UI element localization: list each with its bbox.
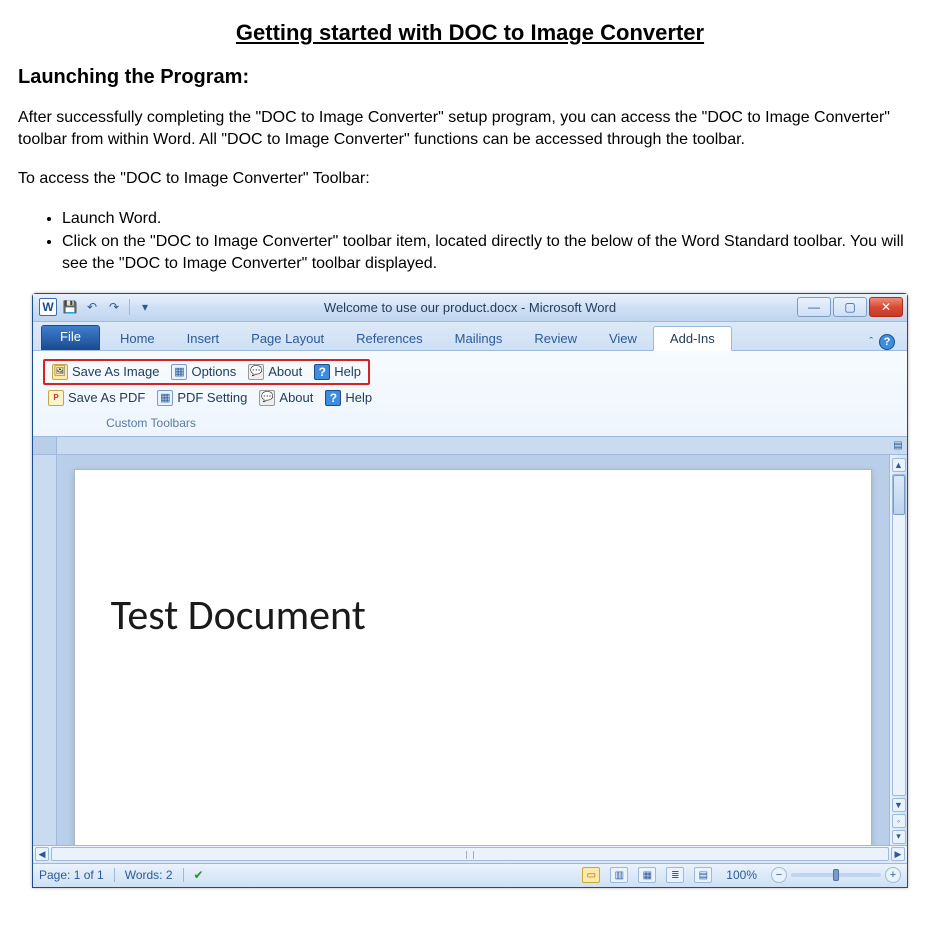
pdf-icon: P: [48, 390, 64, 406]
scroll-right-icon[interactable]: ▶: [891, 847, 905, 861]
redo-icon[interactable]: ↷: [105, 298, 123, 316]
ruler-row: ▤: [33, 437, 907, 455]
zoom-thumb[interactable]: [833, 869, 839, 881]
draft-view-icon[interactable]: ▤: [694, 867, 712, 883]
button-label: About: [279, 390, 313, 405]
tab-references[interactable]: References: [340, 327, 438, 350]
word-window: W 💾 ↶ ↷ ▾ Welcome to use our product.doc…: [32, 293, 908, 888]
status-bar: Page: 1 of 1 Words: 2 ✔ ▭ ▥ ▦ ≣ ▤ 100% −…: [33, 863, 907, 887]
tab-page-layout[interactable]: Page Layout: [235, 327, 340, 350]
tab-view[interactable]: View: [593, 327, 653, 350]
section-heading: Launching the Program:: [18, 66, 928, 89]
chat-icon: [259, 390, 275, 406]
help-icon: ?: [325, 390, 341, 406]
tab-mailings[interactable]: Mailings: [439, 327, 519, 350]
undo-icon[interactable]: ↶: [83, 298, 101, 316]
next-page-icon[interactable]: ▾: [892, 830, 906, 844]
ribbon-tabs: File Home Insert Page Layout References …: [33, 322, 907, 350]
document-area: Test Document ▲ ▼ ◦ ▾: [33, 455, 907, 845]
button-label: Options: [191, 364, 236, 379]
save-as-pdf-button[interactable]: P Save As PDF: [45, 389, 148, 407]
list-item: Click on the "DOC to Image Converter" to…: [62, 231, 928, 274]
separator: [114, 868, 115, 882]
print-layout-view-icon[interactable]: ▭: [582, 867, 600, 883]
zoom-slider[interactable]: − +: [771, 867, 901, 883]
tab-insert[interactable]: Insert: [171, 327, 236, 350]
about-button[interactable]: About: [245, 363, 305, 381]
vertical-scrollbar[interactable]: ▲ ▼ ◦ ▾: [889, 455, 907, 845]
fullscreen-reading-view-icon[interactable]: ▥: [610, 867, 628, 883]
zoom-level[interactable]: 100%: [726, 868, 757, 882]
document-text[interactable]: Test Document: [111, 590, 836, 641]
save-as-image-button[interactable]: Save As Image: [49, 363, 162, 381]
hscroll-track[interactable]: [51, 847, 889, 861]
scrollbar-thumb[interactable]: [893, 475, 905, 515]
split-handle-icon[interactable]: [466, 851, 474, 859]
button-label: Save As PDF: [68, 390, 145, 405]
vertical-ruler[interactable]: [33, 455, 57, 845]
maximize-button[interactable]: ▢: [833, 297, 867, 317]
grid-icon: [157, 390, 173, 406]
status-words[interactable]: Words: 2: [125, 868, 173, 882]
ruler-corner: [33, 437, 57, 455]
chat-icon: [248, 364, 264, 380]
save-icon[interactable]: 💾: [61, 298, 79, 316]
ribbon-body: Save As Image Options About ? Help P: [33, 350, 907, 437]
intro-paragraph: After successfully completing the "DOC t…: [18, 107, 922, 150]
scroll-up-icon[interactable]: ▲: [892, 458, 906, 472]
proofing-icon[interactable]: ✔: [194, 868, 204, 882]
button-label: PDF Setting: [177, 390, 247, 405]
zoom-out-icon[interactable]: −: [771, 867, 787, 883]
button-label: Save As Image: [72, 364, 159, 379]
instruction-list: Launch Word. Click on the "DOC to Image …: [42, 208, 928, 275]
status-page[interactable]: Page: 1 of 1: [39, 868, 104, 882]
list-item: Launch Word.: [62, 208, 928, 230]
window-title: Welcome to use our product.docx - Micros…: [33, 300, 907, 315]
horizontal-scrollbar[interactable]: ◀ ▶: [33, 845, 907, 863]
qat-customize-icon[interactable]: ▾: [136, 298, 154, 316]
button-label: Help: [345, 390, 372, 405]
ribbon-group-label: Custom Toolbars: [41, 409, 261, 434]
quick-access-toolbar: 💾 ↶ ↷ ▾: [61, 298, 154, 316]
about-button[interactable]: About: [256, 389, 316, 407]
document-page[interactable]: Test Document: [74, 469, 873, 845]
grid-icon: [171, 364, 187, 380]
zoom-track[interactable]: [791, 873, 881, 877]
button-label: Help: [334, 364, 361, 379]
tab-review[interactable]: Review: [518, 327, 593, 350]
tab-home[interactable]: Home: [104, 327, 171, 350]
zoom-in-icon[interactable]: +: [885, 867, 901, 883]
image-icon: [52, 364, 68, 380]
page-title: Getting started with DOC to Image Conver…: [12, 20, 928, 46]
object-browse-icon[interactable]: ◦: [892, 814, 906, 828]
ruler-toggle-icon[interactable]: ▤: [889, 437, 907, 455]
page-viewport[interactable]: Test Document: [57, 455, 889, 845]
tab-addins[interactable]: Add-Ins: [653, 326, 732, 351]
help-button[interactable]: ? Help: [322, 389, 375, 407]
scroll-down-icon[interactable]: ▼: [892, 798, 906, 812]
scrollbar-track[interactable]: [892, 474, 906, 796]
scroll-left-icon[interactable]: ◀: [35, 847, 49, 861]
separator: [129, 299, 130, 315]
help-icon[interactable]: ?: [879, 334, 895, 350]
horizontal-ruler[interactable]: [57, 437, 889, 455]
titlebar: W 💾 ↶ ↷ ▾ Welcome to use our product.doc…: [33, 294, 907, 322]
outline-view-icon[interactable]: ≣: [666, 867, 684, 883]
pdf-setting-button[interactable]: PDF Setting: [154, 389, 250, 407]
separator: [183, 868, 184, 882]
minimize-ribbon-icon[interactable]: ˆ: [869, 336, 873, 348]
help-button[interactable]: ? Help: [311, 363, 364, 381]
tab-file[interactable]: File: [41, 325, 100, 350]
button-label: About: [268, 364, 302, 379]
word-logo-icon: W: [39, 298, 57, 316]
web-layout-view-icon[interactable]: ▦: [638, 867, 656, 883]
highlighted-toolbar: Save As Image Options About ? Help: [43, 359, 370, 385]
minimize-button[interactable]: —: [797, 297, 831, 317]
help-icon: ?: [314, 364, 330, 380]
options-button[interactable]: Options: [168, 363, 239, 381]
instruction-lead: To access the "DOC to Image Converter" T…: [18, 168, 922, 190]
close-button[interactable]: ✕: [869, 297, 903, 317]
